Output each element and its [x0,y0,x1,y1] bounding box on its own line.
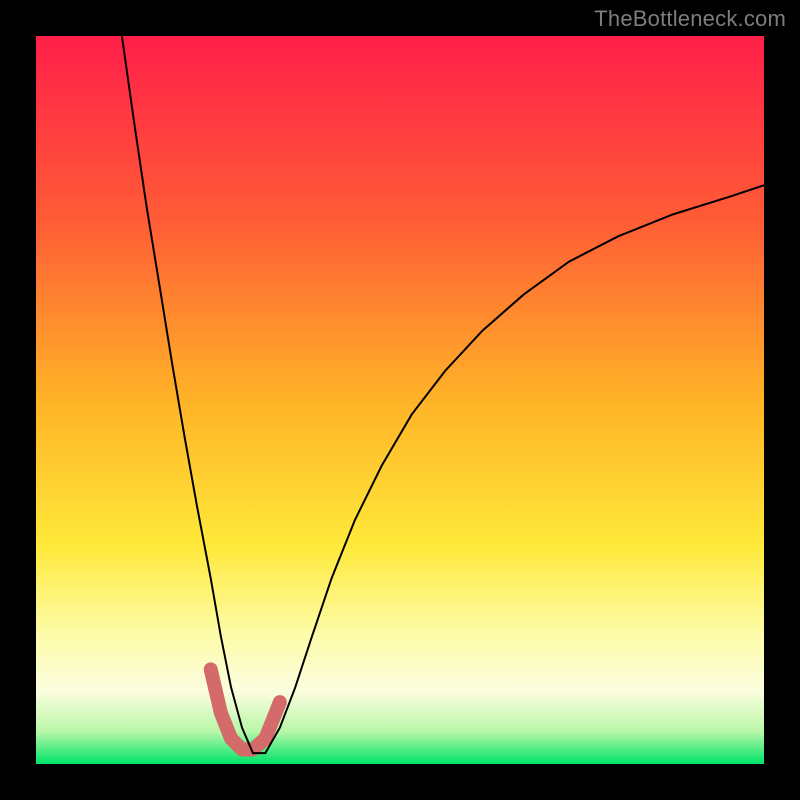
chart-canvas [0,0,800,800]
watermark-text: TheBottleneck.com [594,6,786,32]
chart-frame: TheBottleneck.com [0,0,800,800]
plot-background [36,36,764,764]
